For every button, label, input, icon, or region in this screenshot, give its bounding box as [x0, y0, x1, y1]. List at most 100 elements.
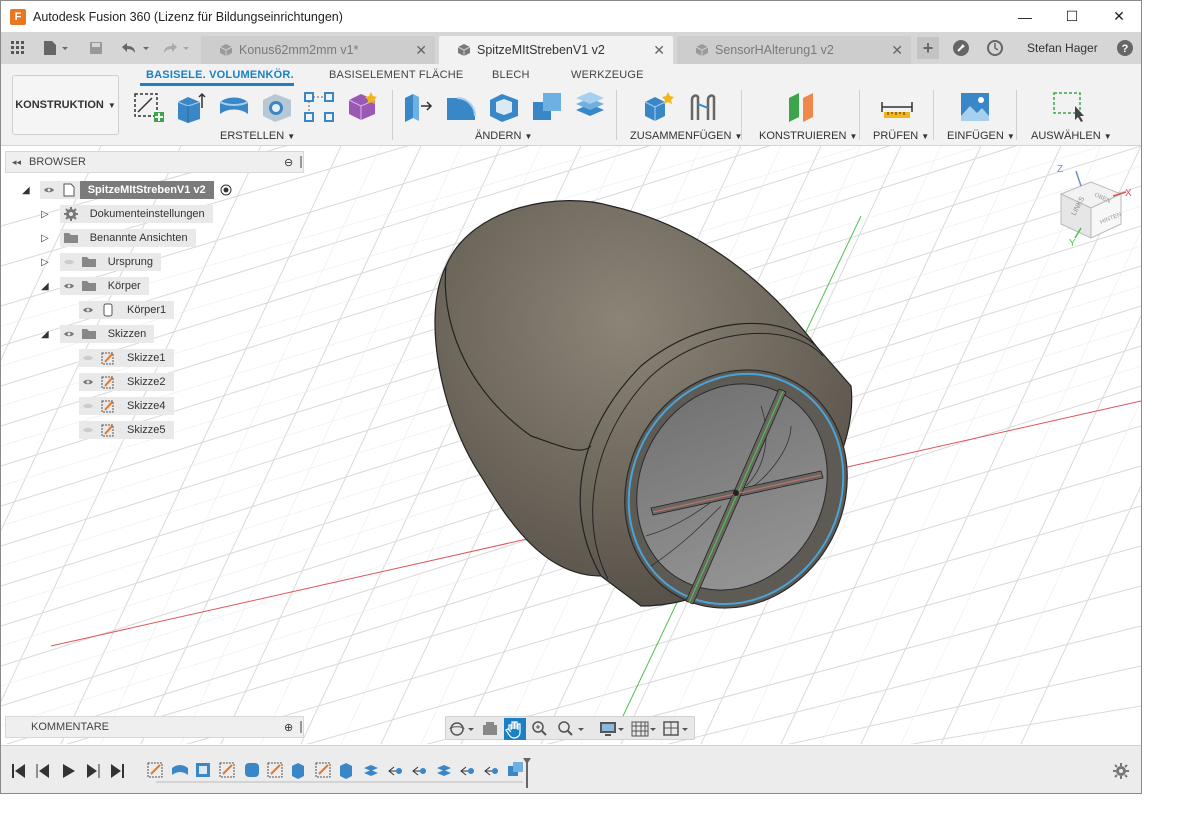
- activate-radio-icon[interactable]: [218, 182, 234, 198]
- pan-hand-icon[interactable]: [504, 718, 526, 740]
- tab-sensor-halterung[interactable]: SensorHAlterung1 v2 ✕: [677, 36, 911, 64]
- display-settings-icon[interactable]: [600, 722, 624, 736]
- browser-item-document-settings[interactable]: ▷ Dokumenteinstellungen: [41, 205, 213, 223]
- play-icon[interactable]: [63, 764, 75, 778]
- group-inspect[interactable]: PRÜFEN ▼: [873, 130, 929, 142]
- collapsed-arrow-icon[interactable]: ▷: [41, 209, 49, 220]
- group-insert[interactable]: EINFÜGEN ▼: [947, 130, 1015, 142]
- panel-splitter-handle[interactable]: [300, 721, 302, 733]
- joint-icon[interactable]: [686, 90, 720, 124]
- browser-item-body1[interactable]: Körper1: [79, 301, 175, 319]
- save-icon[interactable]: [87, 39, 105, 57]
- tab-spitze-mit-streben[interactable]: SpitzeMItStrebenV1 v2 ✕: [439, 36, 673, 64]
- add-comment-icon[interactable]: ⊕: [284, 721, 293, 734]
- tab-konus62mm2mm[interactable]: Konus62mm2mm v1* ✕: [201, 36, 435, 64]
- tab-close-icon[interactable]: ✕: [415, 42, 427, 59]
- viewports-icon[interactable]: [663, 721, 688, 736]
- timeline-settings-gear-icon[interactable]: [1113, 763, 1129, 779]
- timeline-feature-extrude[interactable]: [292, 763, 304, 779]
- timeline-feature-move[interactable]: [460, 766, 474, 776]
- extrude-icon[interactable]: [174, 90, 208, 124]
- insert-image-icon[interactable]: [958, 90, 992, 124]
- workspace-switcher[interactable]: KONSTRUKTION ▼: [12, 75, 119, 135]
- browser-item-sketch1[interactable]: Skizze1: [79, 349, 174, 367]
- collapsed-arrow-icon[interactable]: ▷: [41, 233, 49, 244]
- offset-plane-icon[interactable]: [785, 90, 819, 124]
- timeline-feature-sketch[interactable]: [219, 762, 235, 778]
- eye-icon[interactable]: [59, 325, 78, 343]
- timeline-feature-revolve[interactable]: [172, 765, 188, 775]
- expanded-arrow-icon[interactable]: ◢: [41, 281, 49, 292]
- timeline-feature-move[interactable]: [484, 766, 498, 776]
- eye-icon[interactable]: [79, 301, 97, 319]
- browser-item-bodies[interactable]: ◢ Körper: [41, 277, 149, 295]
- timeline-feature-move[interactable]: [412, 766, 426, 776]
- eye-hidden-icon[interactable]: [59, 253, 78, 271]
- close-window-button[interactable]: ✕: [1096, 1, 1141, 32]
- browser-item-sketches[interactable]: ◢ Skizzen: [41, 325, 155, 343]
- eye-icon[interactable]: [79, 373, 97, 391]
- zoom-window-icon[interactable]: [558, 721, 584, 736]
- timeline-feature-replace-face[interactable]: [437, 765, 451, 776]
- timeline-feature-extrude[interactable]: [340, 763, 352, 779]
- measure-icon[interactable]: [880, 90, 914, 124]
- create-sketch-icon[interactable]: [132, 90, 166, 124]
- eye-hidden-icon[interactable]: [79, 397, 97, 415]
- timeline-feature-shell[interactable]: [196, 763, 210, 777]
- step-back-icon[interactable]: [36, 764, 49, 778]
- extensions-icon[interactable]: [951, 39, 971, 57]
- file-menu-icon[interactable]: [41, 39, 71, 57]
- timeline-feature-sketch[interactable]: [267, 762, 283, 778]
- replace-face-icon[interactable]: [573, 90, 607, 124]
- timeline-feature-cylinder[interactable]: [245, 763, 259, 777]
- group-select[interactable]: AUSWÄHLEN ▼: [1031, 130, 1112, 142]
- browser-item-sketch2[interactable]: Skizze2: [79, 373, 174, 391]
- timeline-feature-move[interactable]: [388, 766, 402, 776]
- timeline[interactable]: [1, 745, 1141, 793]
- fillet-icon[interactable]: [444, 90, 478, 124]
- tab-sheet-metal[interactable]: BLECH: [492, 69, 530, 81]
- job-status-icon[interactable]: [985, 39, 1005, 57]
- tab-close-icon[interactable]: ✕: [891, 42, 903, 59]
- tab-tools[interactable]: WERKZEUGE: [571, 69, 644, 81]
- group-create[interactable]: ERSTELLEN ▼: [220, 130, 295, 142]
- browser-panel-header[interactable]: ◂◂ BROWSER ⊖: [5, 151, 304, 173]
- eye-icon[interactable]: [39, 181, 58, 199]
- combine-icon[interactable]: [530, 90, 564, 124]
- timeline-feature-sketch[interactable]: [315, 762, 331, 778]
- new-tab-button[interactable]: +: [917, 37, 939, 59]
- shell-icon[interactable]: [487, 90, 521, 124]
- redo-icon[interactable]: [161, 39, 193, 57]
- eye-hidden-icon[interactable]: [79, 349, 97, 367]
- model-body[interactable]: [434, 200, 889, 648]
- collapse-browser-icon[interactable]: ⊖: [284, 156, 293, 169]
- browser-item-named-views[interactable]: ▷ Benannte Ansichten: [41, 229, 196, 247]
- data-panel-grid-icon[interactable]: [9, 39, 27, 57]
- panel-splitter-handle[interactable]: [300, 156, 302, 168]
- expanded-arrow-icon[interactable]: ◢: [41, 329, 49, 340]
- browser-root-row[interactable]: ◢ SpitzeMItStrebenV1 v2: [22, 181, 234, 199]
- browser-item-origin[interactable]: ▷ Ursprung: [41, 253, 161, 271]
- new-component-icon[interactable]: [642, 90, 676, 124]
- minimize-button[interactable]: —: [1002, 1, 1048, 32]
- timeline-marker[interactable]: [523, 758, 531, 788]
- tab-solid[interactable]: BASISELE. VOLUMENKÖR.: [146, 69, 294, 81]
- grid-settings-icon[interactable]: [631, 721, 656, 737]
- timeline-feature-replace-face[interactable]: [364, 765, 378, 776]
- browser-item-sketch5[interactable]: Skizze5: [79, 421, 174, 439]
- group-construct[interactable]: KONSTRUIEREN ▼: [759, 130, 857, 142]
- timeline-feature-combine[interactable]: [508, 762, 523, 776]
- tab-surface[interactable]: BASISELEMENT FLÄCHE: [329, 69, 463, 81]
- tab-close-icon[interactable]: ✕: [653, 42, 665, 59]
- collapsed-arrow-icon[interactable]: ▷: [41, 257, 49, 268]
- go-to-start-icon[interactable]: [12, 764, 25, 778]
- step-forward-icon[interactable]: [87, 764, 100, 778]
- viewcube[interactable]: LINKS OBEN HINTEN Z X Y: [1057, 164, 1132, 249]
- maximize-button[interactable]: ☐: [1049, 1, 1095, 32]
- help-icon[interactable]: ?: [1115, 39, 1135, 57]
- select-window-icon[interactable]: [1051, 90, 1085, 124]
- orbit-icon[interactable]: [449, 722, 474, 736]
- user-name[interactable]: Stefan Hager: [1027, 41, 1098, 55]
- go-to-end-icon[interactable]: [111, 764, 124, 778]
- browser-item-sketch4[interactable]: Skizze4: [79, 397, 174, 415]
